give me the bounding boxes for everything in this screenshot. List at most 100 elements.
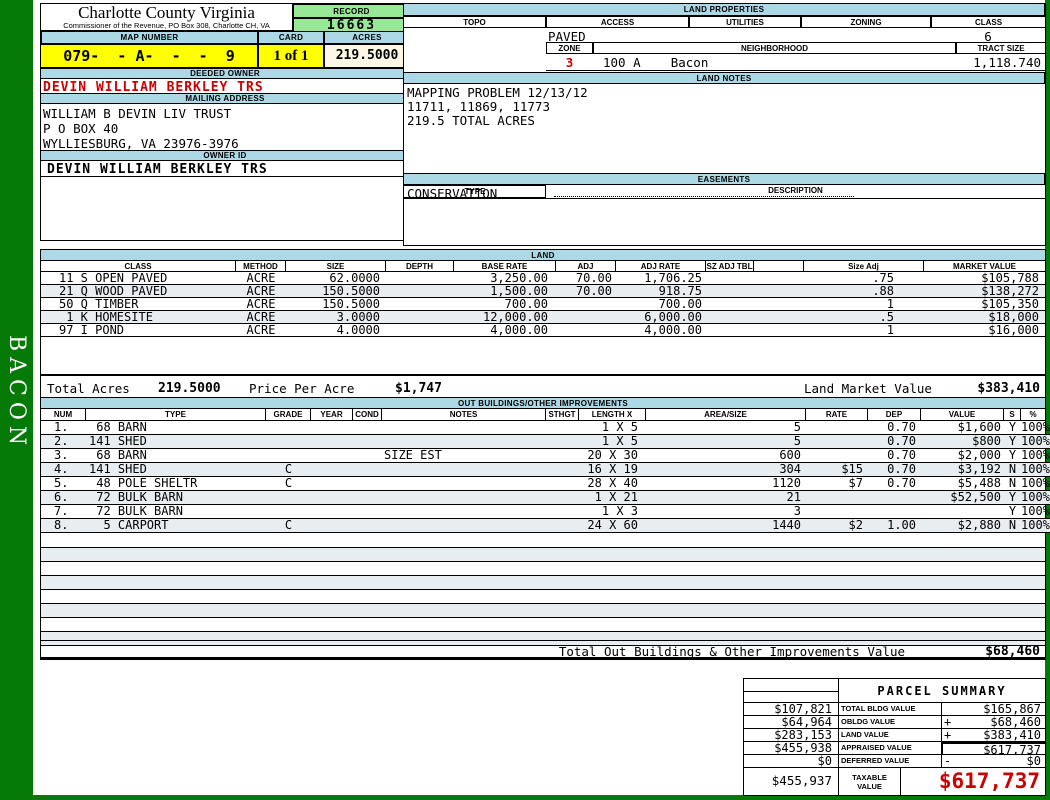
land-cell-adj [556, 311, 616, 324]
out-cell-type: 141 SHED [86, 463, 266, 477]
land-cell-blank [754, 311, 804, 324]
out-cell-type: 68 BARN [86, 421, 266, 435]
summary-left-value: $0 [744, 755, 839, 768]
out-cell-num: 6. [41, 491, 86, 505]
out-buildings-table: OUT BUILDINGS/OTHER IMPROVEMENTS NUM TYPE… [40, 397, 1050, 660]
out-building-empty-row [41, 618, 1045, 632]
out-cell-year [311, 491, 353, 505]
out-cell-sthgt [546, 519, 579, 533]
zone-label: ZONE [546, 42, 593, 54]
easements-title: EASEMENTS [404, 173, 1045, 185]
out-cell-rate [806, 435, 868, 449]
out-cell-grade [266, 449, 311, 463]
utilities-column-header: UTILITIES [689, 16, 801, 28]
out-building-empty-row [41, 590, 1045, 604]
out-empty-cell [41, 590, 1045, 604]
out-cell-notes [382, 491, 546, 505]
divider [41, 176, 410, 177]
out-cell-year [311, 463, 353, 477]
out-cell-num: 1. [41, 421, 86, 435]
out-cell-year [311, 477, 353, 491]
map-number-label: MAP NUMBER [41, 31, 258, 44]
out-cell-dep [868, 491, 921, 505]
land-cell-depth [386, 311, 454, 324]
mailing-address-line-3: WYLLIESBURG, VA 23976-3976 [43, 136, 239, 151]
taxable-label: TAXABLE VALUE [839, 768, 901, 796]
out-cell-comp: 100% [1021, 505, 1050, 519]
out-cell-area: 600 [646, 449, 806, 463]
out-cell-rate [806, 449, 868, 463]
deeded-owner-label: DEEDED OWNER [41, 68, 410, 79]
out-cell-value: $2,000 [921, 449, 1004, 463]
out-cell-dep: 0.70 [868, 463, 921, 477]
out-cell-rate [806, 421, 868, 435]
summary-sign [942, 703, 944, 715]
out-cell-s: Y [1004, 505, 1021, 519]
taxable-value: $617,737 [901, 768, 1046, 796]
record-label: RECORD [293, 4, 410, 18]
land-cell-size_adj: 1 [804, 324, 924, 337]
out-cell-year [311, 519, 353, 533]
land-cell-blank [754, 272, 804, 285]
land-cell-base_rate: 4,000.00 [454, 324, 556, 337]
topo-column-header: TOPO [404, 16, 546, 28]
land-cell-adj_rate: 4,000.00 [616, 324, 706, 337]
land-note-line-1: MAPPING PROBLEM 12/13/12 [407, 85, 588, 100]
land-cell-market_value: $16,000 [924, 324, 1045, 337]
out-building-empty-row [41, 576, 1045, 590]
out-cell-dep [868, 505, 921, 519]
land-cell-method: ACRE [236, 324, 286, 337]
out-cell-value [921, 505, 1004, 519]
out-cell-grade [266, 421, 311, 435]
out-col-header-5: NOTES [382, 409, 546, 421]
land-cell-sz_adj_tbl [706, 324, 754, 337]
out-cell-sthgt [546, 435, 579, 449]
out-cell-value: $52,500 [921, 491, 1004, 505]
out-building-row-7: 7. 72 BULK BARN 1 X 3 3 Y 100% [41, 505, 1050, 519]
out-cell-grade [266, 435, 311, 449]
out-cell-sthgt [546, 477, 579, 491]
access-column-header: ACCESS [546, 16, 689, 28]
land-cell-adj [556, 324, 616, 337]
summary-right-cell: + $383,410 [941, 729, 1046, 742]
divider [404, 198, 1045, 199]
out-cell-dep: 0.70 [868, 421, 921, 435]
out-cell-grade: C [266, 463, 311, 477]
out-cell-lxw: 1 X 3 [579, 505, 646, 519]
out-cell-value: $5,488 [921, 477, 1004, 491]
easement-description-label: DESCRIPTION [768, 186, 823, 195]
land-table-title: LAND [41, 250, 1045, 261]
out-cell-s: Y [1004, 491, 1021, 505]
owner-id-label: OWNER ID [41, 150, 410, 161]
out-cell-dep: 0.70 [868, 477, 921, 491]
land-notes-title: LAND NOTES [404, 72, 1045, 84]
out-cell-area: 3 [646, 505, 806, 519]
land-market-value: $383,410 [977, 381, 1040, 396]
parcel-summary-rows: $107,821 TOTAL BLDG VALUE $165,867 $64,964 O… [744, 703, 1046, 768]
out-cell-s: N [1004, 519, 1021, 533]
land-cell-blank [754, 285, 804, 298]
summary-right-value: $617,737 [983, 743, 1041, 757]
out-cell-cond [353, 505, 382, 519]
out-buildings-total-row: Total Out Buildings & Other Improvements… [41, 640, 1045, 659]
out-cell-s: Y [1004, 435, 1021, 449]
out-building-row-8: 8. 5 CARPORT C 24 X 60 1440 $2 1.00 $2,880 N 100… [41, 519, 1050, 533]
land-properties-block: LAND PROPERTIES TOPO ACCESS UTILITIES ZO… [403, 3, 1046, 246]
out-cell-notes [382, 477, 546, 491]
price-per-acre-value: $1,747 [395, 381, 442, 396]
land-row-5: 97 I POND ACRE 4.0000 4,000.00 4,000.00 1 $16,… [41, 324, 1045, 337]
out-building-row-1: 1. 68 BARN 1 X 5 5 0.70 $1,600 Y 100% [41, 421, 1050, 435]
out-cell-year [311, 449, 353, 463]
out-cell-sthgt [546, 449, 579, 463]
summary-sign: + [944, 715, 952, 729]
out-cell-dep: 0.70 [868, 449, 921, 463]
parcel-summary-row-5: $0 DEFERRED VALUE - $0 [744, 755, 1046, 768]
land-cell-sz_adj_tbl [706, 311, 754, 324]
out-cell-dep: 1.00 [868, 519, 921, 533]
class-column-header: CLASS [931, 16, 1045, 28]
out-building-row-5: 5. 48 POLE SHELTR C 28 X 40 1120 $7 0.70 $5,48… [41, 477, 1050, 491]
out-cell-s: N [1004, 463, 1021, 477]
out-col-header-8: AREA/SIZE [646, 409, 806, 421]
land-cell-sz_adj_tbl [706, 272, 754, 285]
land-cell-adj: 70.00 [556, 285, 616, 298]
